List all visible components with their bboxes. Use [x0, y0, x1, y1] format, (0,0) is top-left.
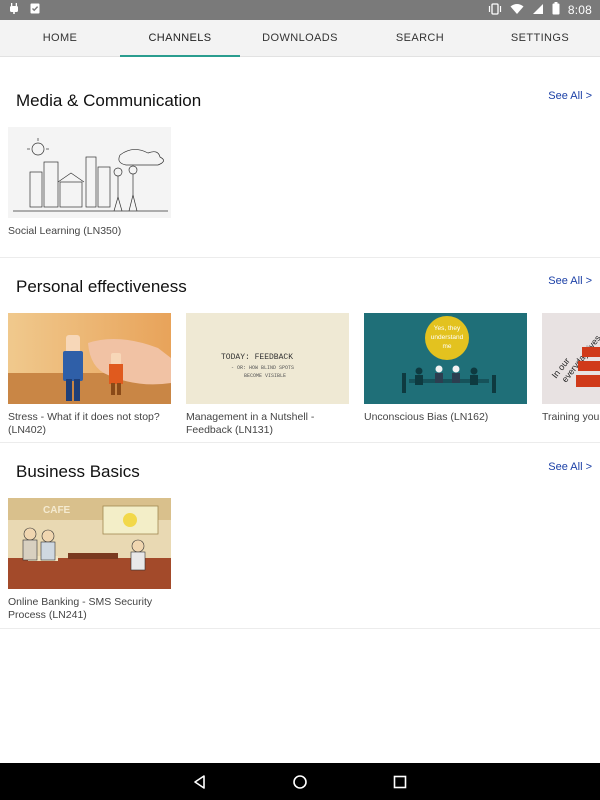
see-all-link[interactable]: See All > [548, 275, 592, 287]
clipboard-check-icon [29, 1, 41, 19]
course-title: Unconscious Bias (LN162) [364, 411, 489, 423]
course-card-social-learning[interactable]: Social Learning (LN350) [8, 127, 171, 238]
thumb-text: me [442, 343, 451, 350]
course-title: Stress - What if it does not stop? (LN40… [8, 411, 160, 436]
signal-icon [532, 3, 544, 18]
course-title: Social Learning (LN350) [8, 225, 122, 237]
tab-home[interactable]: HOME [0, 20, 120, 56]
thumb-text: BECOME VISIBLE [244, 373, 286, 379]
vibrate-icon [488, 2, 502, 18]
course-thumbnail: In our everyday lives, [542, 313, 600, 404]
tab-bar: HOME CHANNELS DOWNLOADS SEARCH SETTINGS [0, 20, 600, 57]
course-card-feedback[interactable]: TODAY: FEEDBACK - OR: HOW BLIND SPOTS BE… [186, 313, 349, 437]
system-nav-bar [0, 763, 600, 800]
thumb-text: TODAY: FEEDBACK [221, 353, 293, 362]
section-business-basics: Business Basics See All > CAFE Online Ba… [0, 443, 600, 629]
thumb-text: - OR: HOW BLIND SPOTS [231, 365, 294, 371]
course-thumbnail [8, 127, 171, 218]
course-card-training[interactable]: In our everyday lives, Training you [542, 313, 600, 424]
tab-downloads[interactable]: DOWNLOADS [240, 20, 360, 56]
section-media-communication: Media & Communication See All > Social L… [0, 57, 600, 258]
course-title: Management in a Nutshell - Feedback (LN1… [186, 411, 315, 436]
course-title: Online Banking - SMS Security Process (L… [8, 596, 153, 621]
tab-channels[interactable]: CHANNELS [120, 20, 240, 57]
status-time: 8:08 [567, 3, 592, 17]
back-icon[interactable] [189, 771, 211, 793]
home-icon[interactable] [289, 771, 311, 793]
tab-settings[interactable]: SETTINGS [480, 20, 600, 56]
course-thumbnail: TODAY: FEEDBACK - OR: HOW BLIND SPOTS BE… [186, 313, 349, 404]
android-debug-icon [8, 1, 20, 19]
thumb-text: understand [431, 334, 464, 341]
tab-search[interactable]: SEARCH [360, 20, 480, 56]
wifi-icon [510, 3, 524, 18]
thumb-text: Yes, they [434, 325, 461, 332]
see-all-link[interactable]: See All > [548, 90, 592, 102]
course-thumbnail [8, 313, 171, 404]
channels-list[interactable]: Media & Communication See All > Social L… [0, 57, 600, 763]
course-thumbnail: CAFE [8, 498, 171, 589]
recents-icon[interactable] [389, 771, 411, 793]
section-title: Personal effectiveness [16, 277, 187, 296]
section-personal-effectiveness: Personal effectiveness See All > Stress … [0, 258, 600, 443]
status-bar: 8:08 [0, 0, 600, 20]
thumb-text: CAFE [43, 505, 71, 516]
course-card-unconscious-bias[interactable]: Yes, they understand me Unconscious Bias… [364, 313, 527, 424]
see-all-link[interactable]: See All > [548, 461, 592, 473]
course-title: Training you [542, 411, 600, 423]
battery-icon [552, 2, 560, 18]
course-card-online-banking[interactable]: CAFE Online Banking - SMS Security Proce… [8, 498, 171, 622]
course-card-stress[interactable]: Stress - What if it does not stop? (LN40… [8, 313, 171, 437]
course-thumbnail: Yes, they understand me [364, 313, 527, 404]
section-title: Media & Communication [16, 91, 202, 110]
section-title: Business Basics [16, 462, 140, 481]
